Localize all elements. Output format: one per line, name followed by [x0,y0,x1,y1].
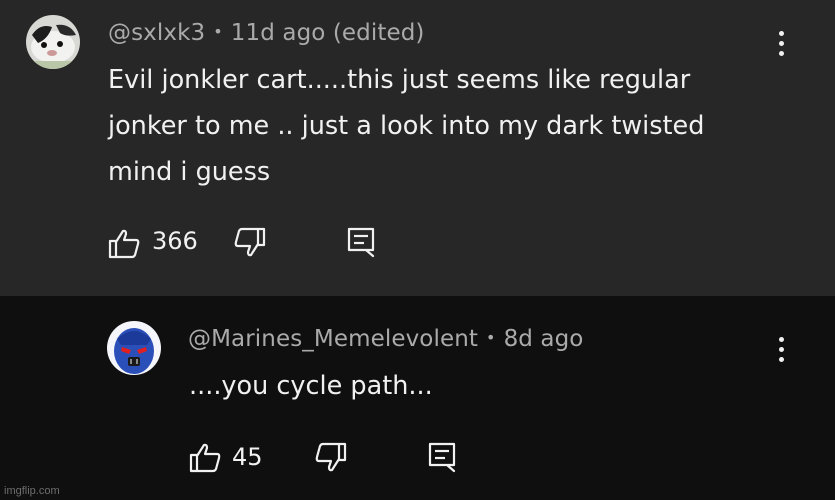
dislike-icon[interactable] [234,227,266,259]
replier-handle[interactable]: @Marines_Memelevolent [188,326,478,352]
replier-avatar[interactable] [107,321,161,375]
like-count: 366 [152,227,198,255]
watermark: imgflip.com [4,485,60,497]
comment-text-line: mind i guess [108,157,271,187]
dislike-icon[interactable] [315,442,347,474]
comment-text-line: jonker to me .. just a look into my dark… [108,111,705,141]
reply-timestamp[interactable]: 8d ago [504,326,584,352]
reply-meta: @Marines_Memelevolent • 8d ago [188,326,583,352]
meta-separator: • [486,328,496,347]
comment-meta: @sxlxk3 • 11d ago (edited) [108,20,425,46]
reply-text: ....you cycle path... [189,371,433,401]
comment-text-line: Evil jonkler cart.....this just seems li… [108,65,691,95]
more-options-icon[interactable] [778,31,786,61]
comment-timestamp[interactable]: 11d ago (edited) [231,20,425,46]
reply-icon[interactable] [427,441,457,473]
reply-icon[interactable] [346,226,376,258]
reply-thread: @Marines_Memelevolent • 8d ago ....you cyc… [0,296,835,500]
more-options-icon[interactable] [778,337,786,367]
like-icon[interactable] [108,227,140,259]
comment-thread: @sxlxk3 • 11d ago (edited) Evil jonkler ca… [0,0,835,296]
like-count: 45 [232,443,263,471]
comment-text: Evil jonkler cart.....this just seems li… [108,57,704,195]
commenter-avatar[interactable] [26,15,80,69]
commenter-handle[interactable]: @sxlxk3 [108,20,205,46]
like-icon[interactable] [189,441,221,473]
meta-separator: • [213,22,223,41]
